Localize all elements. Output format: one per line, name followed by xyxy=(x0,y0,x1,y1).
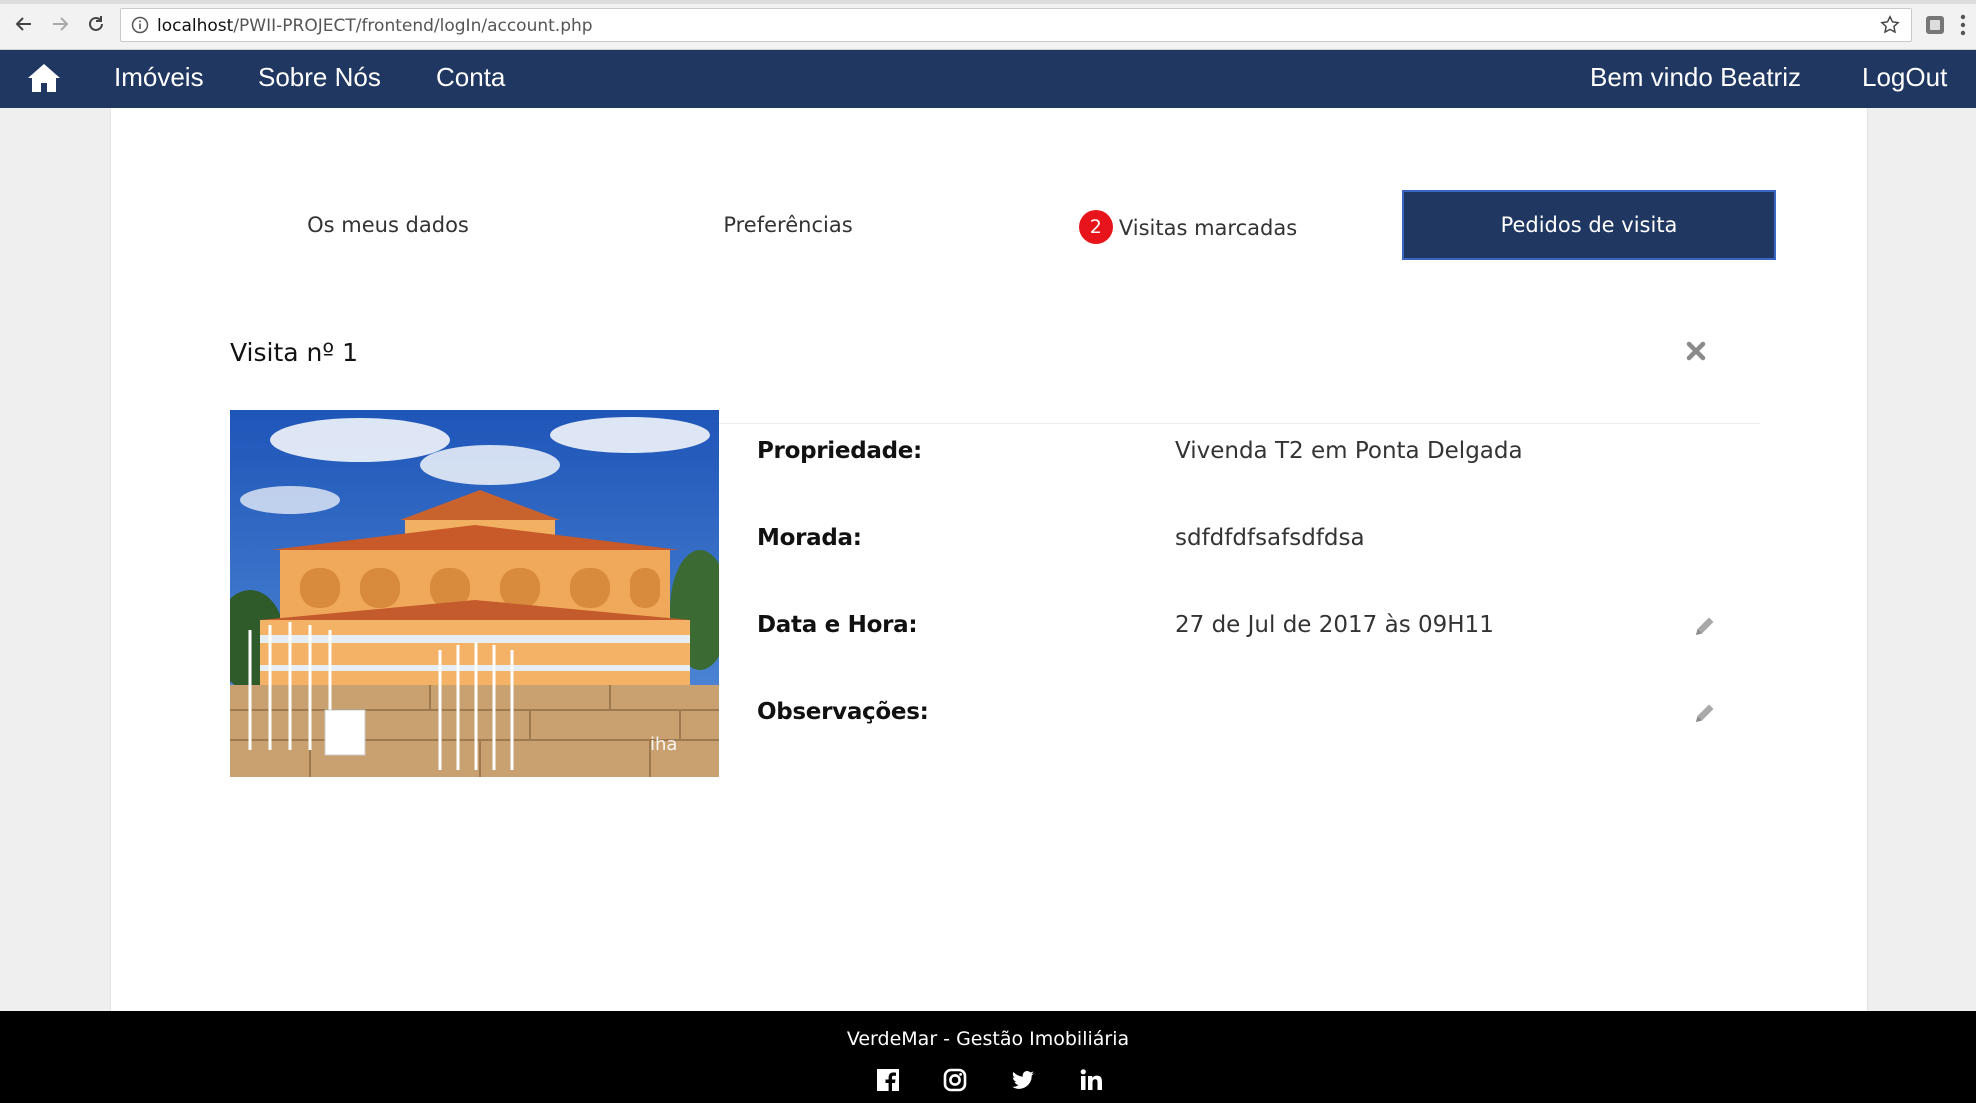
browser-toolbar: localhost/PWII-PROJECT/frontend/logIn/ac… xyxy=(0,0,1976,50)
notes-label: Observações: xyxy=(757,699,929,725)
bookmark-star-icon[interactable] xyxy=(1879,14,1901,36)
datetime-value: 27 de Jul de 2017 às 09H11 xyxy=(1175,612,1494,638)
nav-link-conta[interactable]: Conta xyxy=(436,62,505,93)
notification-badge: 2 xyxy=(1078,210,1113,244)
info-icon[interactable] xyxy=(131,16,149,34)
tab-my-data[interactable]: Os meus dados xyxy=(230,190,546,260)
svg-text:iha: iha xyxy=(650,734,677,755)
linkedin-icon[interactable] xyxy=(1078,1067,1104,1093)
datetime-label: Data e Hora: xyxy=(757,612,918,638)
edit-notes-icon[interactable] xyxy=(1692,700,1718,726)
main-navbar: Imóveis Sobre Nós Conta Bem vindo Beatri… xyxy=(0,50,1976,108)
welcome-user[interactable]: Bem vindo Beatriz xyxy=(1590,62,1801,93)
home-icon[interactable] xyxy=(26,62,62,94)
arrow-left-icon xyxy=(15,17,31,31)
reload-button[interactable] xyxy=(82,10,110,38)
extension-icon[interactable] xyxy=(1924,14,1946,36)
nav-link-sobre-nos[interactable]: Sobre Nós xyxy=(258,62,381,93)
tab-visit-requests[interactable]: Pedidos de visita xyxy=(1402,190,1776,260)
footer: VerdeMar - Gestão Imobiliária xyxy=(0,1011,1976,1103)
tab-strip xyxy=(0,0,1976,4)
nav-link-imoveis[interactable]: Imóveis xyxy=(114,62,204,93)
edit-datetime-icon[interactable] xyxy=(1692,613,1718,639)
forward-button[interactable] xyxy=(46,10,74,38)
tab-my-data-label: Os meus dados xyxy=(307,213,469,237)
facebook-icon[interactable] xyxy=(875,1067,901,1093)
address-value: sdfdfdfsafsdfdsa xyxy=(1175,525,1365,551)
address-bar[interactable]: localhost/PWII-PROJECT/frontend/logIn/ac… xyxy=(120,8,1912,42)
tab-preferences[interactable]: Preferências xyxy=(630,190,946,260)
property-photo: iha xyxy=(230,410,719,777)
tab-scheduled-visits[interactable]: 2 Visitas marcadas xyxy=(1030,190,1346,260)
tab-preferences-label: Preferências xyxy=(723,213,853,237)
divider xyxy=(718,423,1760,424)
reload-icon xyxy=(89,16,103,31)
twitter-icon[interactable] xyxy=(1010,1067,1036,1093)
tab-scheduled-visits-label: Visitas marcadas xyxy=(1118,216,1298,240)
tab-visit-requests-label: Pedidos de visita xyxy=(1500,213,1678,237)
back-button[interactable] xyxy=(10,10,38,38)
url-text[interactable]: localhost/PWII-PROJECT/frontend/logIn/ac… xyxy=(157,16,593,36)
house-illustration: iha xyxy=(230,410,719,777)
address-label: Morada: xyxy=(757,525,862,551)
instagram-icon[interactable] xyxy=(942,1067,968,1093)
logout-link[interactable]: LogOut xyxy=(1862,62,1947,93)
url-path: /PWII-PROJECT/frontend/logIn/account.php xyxy=(233,16,593,36)
property-label: Propriedade: xyxy=(757,438,922,464)
footer-brand: VerdeMar - Gestão Imobiliária xyxy=(846,1028,1130,1050)
arrow-right-icon xyxy=(53,17,69,31)
property-value: Vivenda T2 em Ponta Delgada xyxy=(1175,438,1523,464)
url-host: localhost xyxy=(157,16,234,36)
browser-menu-icon[interactable] xyxy=(1958,12,1968,38)
close-icon[interactable] xyxy=(1685,340,1707,362)
visit-title: Visita nº 1 xyxy=(230,338,359,367)
